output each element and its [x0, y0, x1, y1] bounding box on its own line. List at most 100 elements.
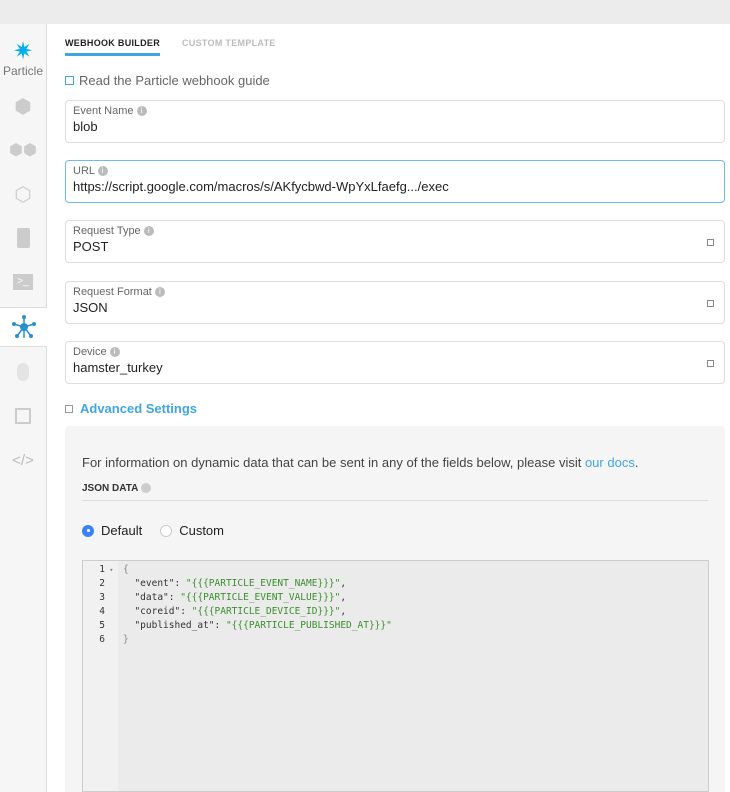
field-label: Event Name	[73, 105, 134, 117]
request-type-select[interactable]: Request Type i POST	[65, 220, 725, 263]
particle-logo[interactable]: ✷ Particle	[0, 38, 46, 79]
code-line: 1 ▾ {	[83, 563, 683, 577]
particle-star-icon: ✷	[12, 38, 34, 65]
code-text: "event": "{{{PARTICLE_EVENT_NAME}}}",	[123, 577, 346, 591]
field-label: Request Format	[73, 286, 152, 298]
code-line: 3 "data": "{{{PARTICLE_EVENT_VALUE}}}",	[83, 591, 683, 605]
advanced-settings-toggle[interactable]: Advanced Settings	[65, 401, 197, 416]
request-type-value: POST	[73, 239, 109, 254]
code-line: 5 "published_at": "{{{PARTICLE_PUBLISHED…	[83, 619, 683, 633]
request-format-select[interactable]: Request Format i JSON	[65, 281, 725, 324]
event-name-field[interactable]: Event Name i blob	[65, 100, 725, 143]
sidebar-item-sim-cards[interactable]	[0, 218, 46, 258]
code-brace: }	[123, 634, 129, 645]
collapse-icon	[65, 404, 73, 413]
device-select[interactable]: Device i hamster_turkey	[65, 341, 725, 384]
json-value: "{{{PARTICLE_DEVICE_ID}}}"	[191, 606, 341, 617]
code-text: "published_at": "{{{PARTICLE_PUBLISHED_A…	[123, 619, 392, 633]
fold-icon[interactable]: ▾	[105, 566, 113, 574]
line-number: 2	[99, 578, 105, 589]
dropdown-icon[interactable]	[707, 239, 714, 246]
code-brace: {	[123, 564, 129, 575]
dropdown-icon[interactable]	[707, 300, 714, 307]
radio-checked-icon	[82, 524, 94, 537]
logo-text: Particle	[2, 64, 43, 78]
info-icon[interactable]: i	[154, 287, 165, 298]
json-value: "{{{PARTICLE_PUBLISHED_AT}}}"	[225, 620, 392, 631]
cube-icon: ⬢	[14, 95, 32, 118]
guide-link-text: Read the Particle webhook guide	[79, 73, 270, 88]
sidebar-item-ide[interactable]: </>	[0, 440, 46, 480]
sidebar-item-products[interactable]: ⬢⬢	[0, 130, 46, 170]
url-input[interactable]: https://script.google.com/macros/s/AKfyc…	[73, 179, 717, 194]
tabs: WEBHOOK BUILDER CUSTOM TEMPLATE	[65, 38, 276, 56]
sidebar-item-integrations[interactable]	[0, 307, 47, 347]
dropdown-icon[interactable]	[707, 360, 714, 367]
info-icon[interactable]	[140, 483, 151, 494]
sidebar: ✷ Particle ⬢ ⬢⬢ ⬡ >_ </>	[0, 24, 47, 792]
code-icon: </>	[12, 451, 34, 469]
json-data-label: JSON DATA	[82, 483, 138, 494]
json-comma: ,	[340, 592, 347, 603]
info-icon[interactable]: i	[97, 166, 108, 177]
radio-unchecked-icon	[160, 524, 173, 537]
integrations-icon	[11, 315, 36, 338]
tab-custom-template[interactable]: CUSTOM TEMPLATE	[182, 38, 276, 56]
code-line: 6}	[83, 633, 683, 647]
external-link-icon	[65, 76, 74, 85]
code-line: 2 "event": "{{{PARTICLE_EVENT_NAME}}}",	[83, 577, 683, 591]
json-value: "{{{PARTICLE_EVENT_NAME}}}"	[185, 578, 341, 589]
top-bar	[0, 0, 730, 24]
line-number: 6	[99, 634, 105, 645]
code-line: 4 "coreid": "{{{PARTICLE_DEVICE_ID}}}",	[83, 605, 683, 619]
info-icon[interactable]: i	[136, 106, 147, 117]
advanced-settings-label: Advanced Settings	[80, 401, 198, 416]
json-comma: ,	[340, 578, 347, 589]
request-format-value: JSON	[73, 300, 108, 315]
info-icon[interactable]: i	[109, 347, 120, 358]
json-value: "{{{PARTICLE_EVENT_VALUE}}}"	[180, 592, 341, 603]
sidebar-item-console[interactable]: >_	[0, 262, 46, 302]
square-icon	[15, 408, 31, 424]
cubes-icon: ⬢⬢	[9, 142, 37, 159]
line-number: 5	[99, 620, 105, 631]
json-key: "published_at":	[123, 620, 226, 631]
advanced-settings-panel: For information on dynamic data that can…	[65, 426, 725, 792]
sidebar-item-devices[interactable]: ⬢	[0, 86, 46, 126]
radio-default[interactable]: Default	[82, 523, 142, 538]
docs-link[interactable]: our docs	[585, 455, 635, 470]
code-text: }	[123, 633, 129, 647]
webhook-guide-link[interactable]: Read the Particle webhook guide	[65, 73, 270, 88]
info-text: For information on dynamic data that can…	[82, 455, 585, 470]
radio-label: Default	[101, 523, 143, 538]
line-number: 1	[99, 564, 105, 575]
fingerprint-icon	[17, 363, 29, 381]
sidebar-item-events[interactable]	[0, 396, 46, 436]
radio-custom[interactable]: Custom	[160, 523, 224, 538]
sidebar-item-mesh[interactable]: ⬡	[0, 174, 46, 214]
json-key: "data":	[123, 592, 181, 603]
dynamic-data-info: For information on dynamic data that can…	[82, 455, 638, 470]
hexagons-icon: ⬡	[14, 183, 32, 206]
info-icon[interactable]: i	[143, 226, 154, 237]
json-key: "event":	[123, 578, 186, 589]
sidebar-item-authentication[interactable]	[0, 352, 46, 392]
sim-card-icon	[16, 228, 30, 248]
json-code-editor[interactable]: 1 ▾ {2 "event": "{{{PARTICLE_EVENT_NAME}}…	[82, 560, 709, 792]
tab-webhook-builder[interactable]: WEBHOOK BUILDER	[65, 38, 160, 56]
terminal-icon: >_	[13, 274, 33, 290]
json-key: "coreid":	[123, 606, 192, 617]
line-number: 4	[99, 606, 105, 617]
json-comma: ,	[340, 606, 347, 617]
device-value: hamster_turkey	[73, 360, 163, 375]
json-data-header: JSON DATA	[82, 483, 708, 501]
line-number: 3	[99, 592, 105, 603]
field-label: URL	[73, 165, 95, 177]
code-text: {	[123, 563, 129, 577]
field-label: Device	[73, 346, 107, 358]
code-text: "data": "{{{PARTICLE_EVENT_VALUE}}}",	[123, 591, 346, 605]
event-name-input[interactable]: blob	[73, 119, 717, 134]
json-mode-radio-group: Default Custom	[82, 523, 224, 538]
info-end: .	[634, 455, 639, 470]
url-field[interactable]: URL i https://script.google.com/macros/s…	[65, 160, 725, 203]
